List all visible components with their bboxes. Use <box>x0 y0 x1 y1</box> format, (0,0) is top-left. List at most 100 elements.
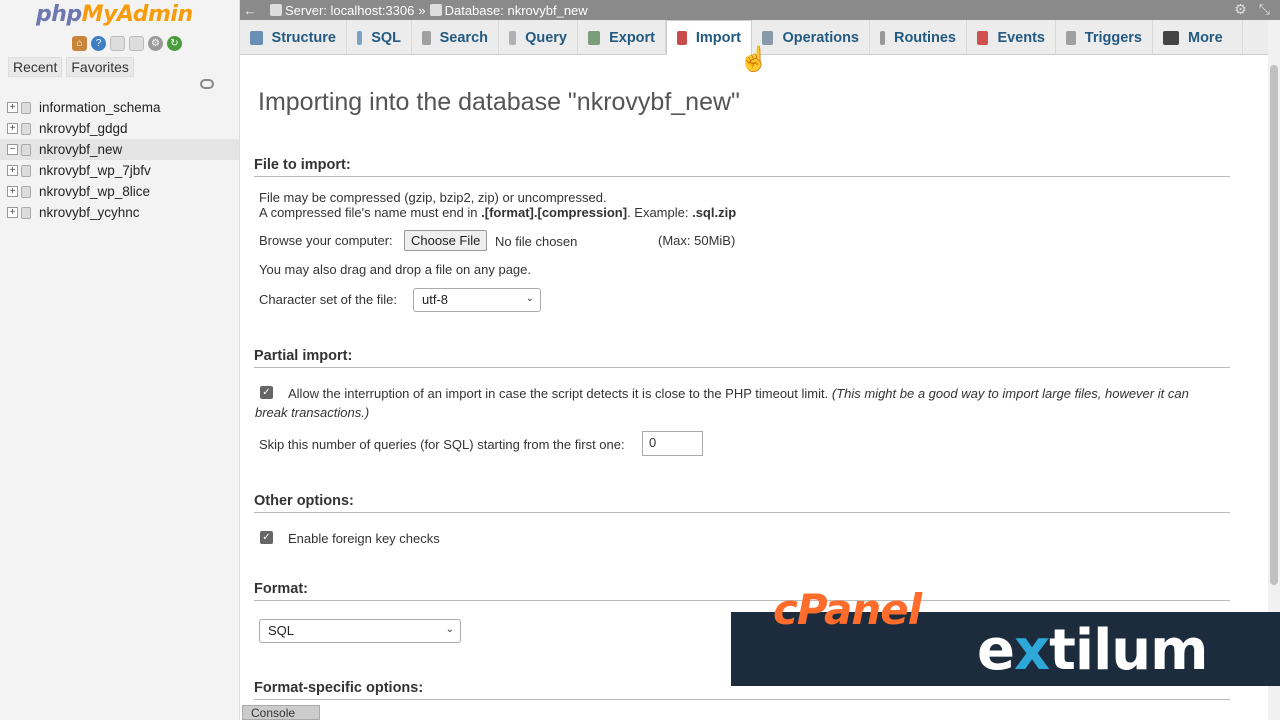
sidebar-db-label[interactable]: nkrovybf_new <box>39 142 122 157</box>
tab-label: More <box>1188 29 1223 46</box>
allow-interrupt-label: Allow the interruption of an import in c… <box>288 386 1189 401</box>
tab-label: Routines <box>893 29 956 46</box>
tab-label: Structure <box>271 29 336 46</box>
back-arrow-icon[interactable]: ← <box>240 3 260 18</box>
tab-structure[interactable]: Structure <box>240 20 347 55</box>
gear-icon[interactable]: ⚙ <box>148 36 163 51</box>
database-icon <box>21 122 31 135</box>
tab-sql[interactable]: SQL <box>347 20 412 55</box>
sidebar-db-item[interactable]: + nkrovybf_gdgd <box>0 118 239 139</box>
operations-icon <box>762 30 774 45</box>
export-icon <box>588 30 601 45</box>
tab-label: Events <box>997 29 1045 46</box>
tab-label: Export <box>609 29 655 46</box>
query-icon <box>509 30 517 45</box>
drag-drop-hint: You may also drag and drop a file on any… <box>259 262 531 277</box>
tab-export[interactable]: Export <box>578 20 666 55</box>
sidebar-db-label[interactable]: nkrovybf_ycyhnc <box>39 205 140 220</box>
database-icon <box>429 4 442 16</box>
file-to-import-header: File to import: <box>254 157 1230 177</box>
sidebar-db-item[interactable]: + nkrovybf_wp_7jbfv <box>0 160 239 181</box>
tab-label: Operations <box>782 29 859 46</box>
skip-queries-label: Skip this number of queries (for SQL) st… <box>259 437 625 452</box>
sidebar-db-item[interactable]: + information_schema <box>0 97 239 118</box>
no-file-chosen: No file chosen <box>495 234 578 249</box>
sidebar-db-item[interactable]: − nkrovybf_new <box>0 139 239 160</box>
tab-recent[interactable]: Recent <box>8 57 63 77</box>
docs-icon[interactable] <box>110 36 125 51</box>
breadcrumb-database[interactable]: Database: nkrovybf_new <box>426 3 588 18</box>
home-icon[interactable]: ⌂ <box>72 36 87 51</box>
expand-icon[interactable]: + <box>7 207 18 218</box>
sidebar-db-item[interactable]: + nkrovybf_ycyhnc <box>0 202 239 223</box>
sidebar-db-label[interactable]: information_schema <box>39 100 161 115</box>
help-icon[interactable]: ? <box>91 36 106 51</box>
database-icon <box>21 206 31 219</box>
events-icon <box>977 30 989 45</box>
tab-label: Query <box>525 29 567 46</box>
tab-label: SQL <box>371 29 401 46</box>
link-icon[interactable] <box>200 79 214 89</box>
expand-icon[interactable]: + <box>7 165 18 176</box>
sql-docs-icon[interactable] <box>129 36 144 51</box>
sidebar-db-label[interactable]: nkrovybf_gdgd <box>39 121 128 136</box>
phpmyadmin-logo[interactable]: phpMyAdmin <box>36 2 193 27</box>
other-options-header: Other options: <box>254 493 1230 513</box>
settings-gear-icon[interactable]: ⚙ <box>1234 1 1247 18</box>
browse-label: Browse your computer: <box>259 233 393 248</box>
page-title: Importing into the database "nkrovybf_ne… <box>258 88 740 116</box>
foreign-key-checkbox[interactable]: ✓ <box>260 531 273 544</box>
tab-label: Triggers <box>1084 29 1142 46</box>
database-icon <box>21 185 31 198</box>
charset-select[interactable]: utf-8 ⌄ <box>413 288 541 312</box>
reload-icon[interactable]: ↻ <box>167 36 182 51</box>
triggers-icon <box>1066 30 1076 45</box>
breadcrumb-server[interactable]: Server: localhost:3306 <box>260 3 414 18</box>
quick-icons: ⌂ ? ⚙ ↻ <box>72 36 182 51</box>
compression-format-info: A compressed file's name must end in .[f… <box>259 205 737 220</box>
more-icon <box>1163 30 1179 45</box>
scrollbar-thumb[interactable] <box>1270 65 1278 585</box>
format-header: Format: <box>254 581 1230 601</box>
max-file-size: (Max: 50MiB) <box>658 233 736 248</box>
sidebar-db-label[interactable]: nkrovybf_wp_8lice <box>39 184 150 199</box>
tab-query[interactable]: Query <box>499 20 578 55</box>
database-icon <box>21 101 31 114</box>
extilum-logo: extilum <box>977 618 1209 683</box>
tab-more[interactable]: More <box>1153 20 1243 55</box>
allow-interrupt-checkbox[interactable]: ✓ <box>260 386 273 399</box>
format-select[interactable]: SQL ⌄ <box>259 619 461 643</box>
foreign-key-label: Enable foreign key checks <box>288 531 440 546</box>
tab-label: Search <box>439 29 488 46</box>
tab-routines[interactable]: Routines <box>870 20 967 55</box>
partial-import-header: Partial import: <box>254 348 1230 368</box>
expand-icon[interactable]: + <box>7 186 18 197</box>
topbar-controls: ⚙ ⤡ <box>1234 1 1270 18</box>
database-tree: + information_schema + nkrovybf_gdgd − nkrovy… <box>0 97 239 223</box>
skip-queries-input[interactable]: 0 <box>642 431 703 456</box>
choose-file-button[interactable]: Choose File <box>404 230 488 251</box>
collapse-icon[interactable]: − <box>7 144 18 155</box>
breadcrumb-separator: » <box>418 2 426 18</box>
navigation-sidebar: phpMyAdmin ⌂ ? ⚙ ↻ Recent Favorites + inf… <box>0 0 240 720</box>
allow-interrupt-label-cont: break transactions.) <box>255 405 370 420</box>
routines-icon <box>880 30 885 45</box>
tab-triggers[interactable]: Triggers <box>1056 20 1153 55</box>
sql-icon <box>357 30 363 45</box>
sidebar-db-item[interactable]: + nkrovybf_wp_8lice <box>0 181 239 202</box>
tab-search[interactable]: Search <box>412 20 499 55</box>
chevron-down-icon: ⌄ <box>525 293 534 304</box>
tab-label: Import <box>695 29 741 46</box>
tab-operations[interactable]: Operations <box>752 20 870 55</box>
expand-icon[interactable]: + <box>7 102 18 113</box>
expand-icon[interactable]: + <box>7 123 18 134</box>
app-window: phpMyAdmin ⌂ ? ⚙ ↻ Recent Favorites + inf… <box>0 0 1280 720</box>
collapse-icon[interactable]: ⤡ <box>1259 1 1270 18</box>
tab-events[interactable]: Events <box>967 20 1056 55</box>
structure-icon <box>250 30 263 45</box>
search-icon <box>422 30 431 45</box>
cpanel-logo: cPanel <box>773 585 922 634</box>
tab-favorites[interactable]: Favorites <box>66 57 134 77</box>
sidebar-db-label[interactable]: nkrovybf_wp_7jbfv <box>39 163 151 178</box>
console-tab[interactable]: Console <box>242 705 320 720</box>
